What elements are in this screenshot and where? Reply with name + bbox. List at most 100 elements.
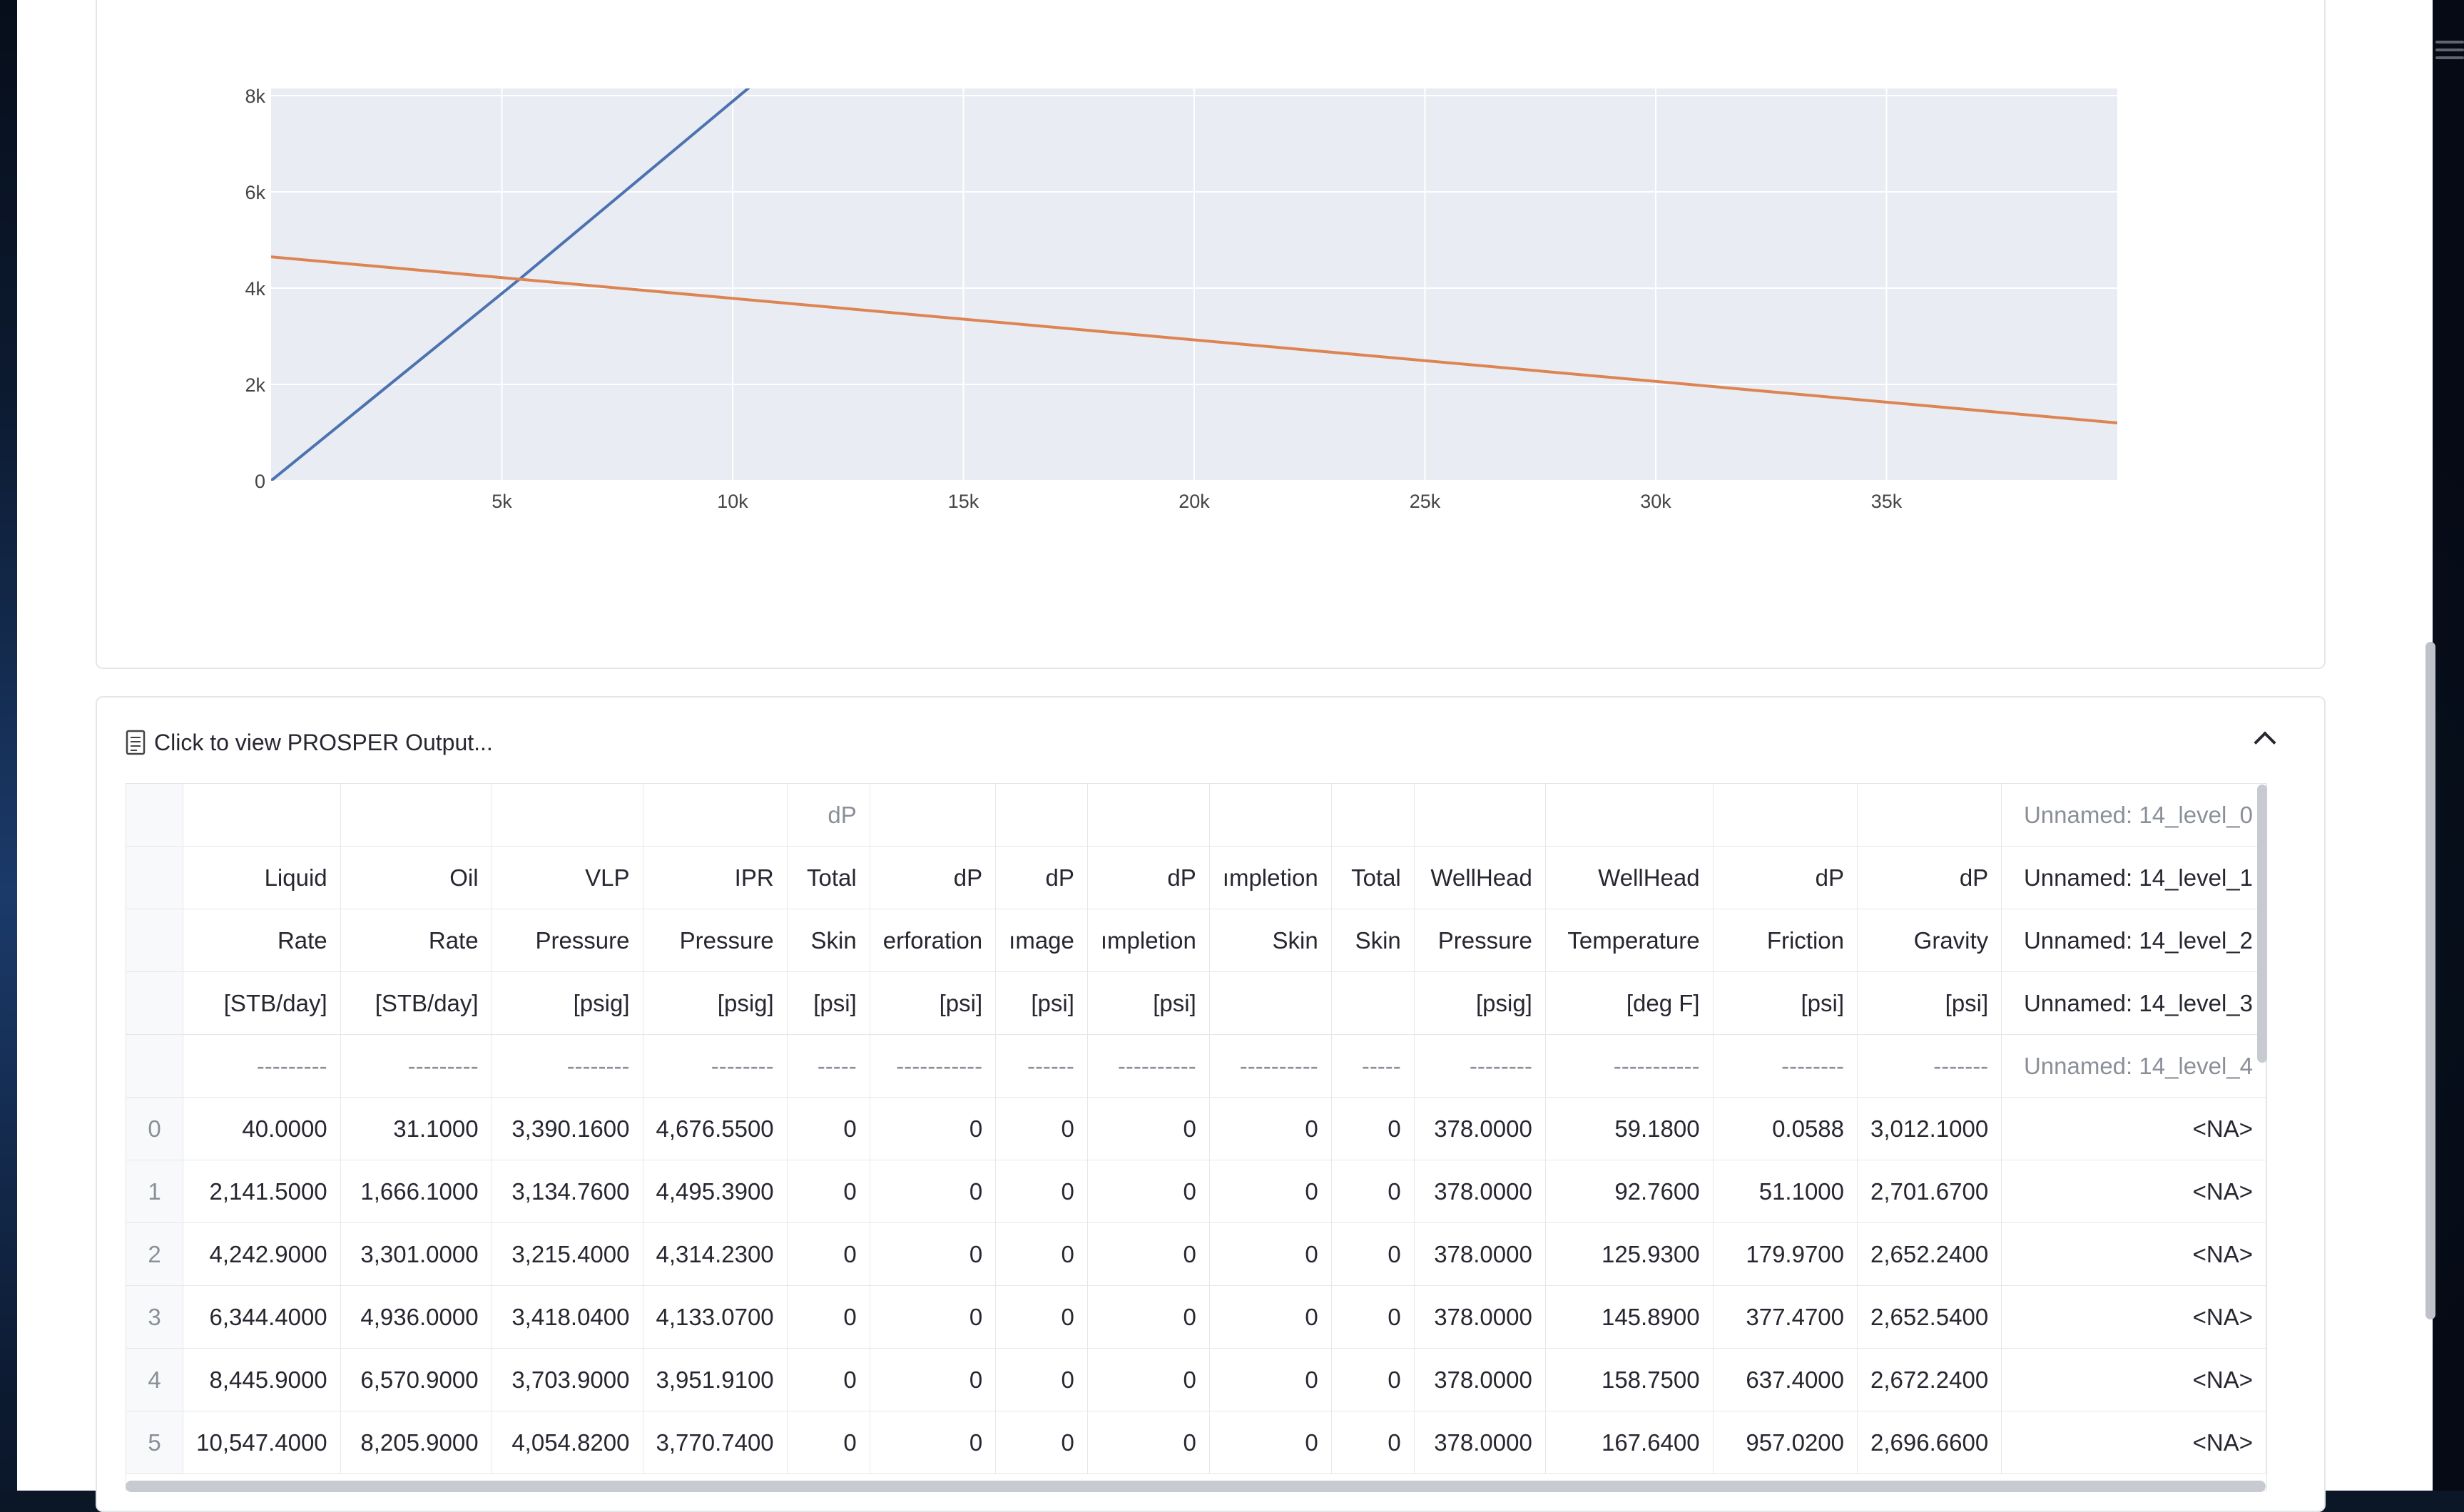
column-header-cell[interactable]: [1331, 971, 1415, 1035]
table-cell[interactable]: 2,701.6700: [1857, 1160, 2002, 1223]
table-cell[interactable]: 0: [787, 1097, 870, 1160]
column-header-cell[interactable]: Friction: [1713, 909, 1858, 972]
table-cell[interactable]: 0: [1087, 1222, 1210, 1286]
column-header-cell[interactable]: [psi]: [995, 971, 1088, 1035]
column-header-cell[interactable]: -----: [1331, 1034, 1415, 1098]
table-cell[interactable]: <NA>: [2001, 1097, 2266, 1160]
table-cell[interactable]: 3,134.7600: [492, 1160, 643, 1223]
table-cell[interactable]: 1,666.1000: [340, 1160, 492, 1223]
column-header-cell[interactable]: Skin: [787, 909, 870, 972]
column-header-cell[interactable]: [STB/day]: [340, 971, 492, 1035]
column-header-cell[interactable]: [deg F]: [1545, 971, 1714, 1035]
column-header-cell[interactable]: [psi]: [1857, 971, 2002, 1035]
table-cell[interactable]: 0: [1209, 1160, 1332, 1223]
column-header-cell[interactable]: dP: [1857, 846, 2002, 909]
table-cell[interactable]: 0: [995, 1411, 1088, 1474]
column-header-cell[interactable]: [492, 784, 643, 847]
table-cell[interactable]: 0: [787, 1222, 870, 1286]
table-cell[interactable]: 3,703.9000: [492, 1348, 643, 1411]
column-header-cell[interactable]: dP: [1087, 846, 1210, 909]
table-cell[interactable]: 4,242.9000: [183, 1222, 341, 1286]
column-header-cell[interactable]: dP: [870, 846, 997, 909]
table-cell[interactable]: 0: [1087, 1160, 1210, 1223]
table-cell[interactable]: 0: [995, 1285, 1088, 1349]
column-header-cell[interactable]: Skin: [1331, 909, 1415, 972]
column-header-cell[interactable]: -----------: [870, 1034, 997, 1098]
column-header-cell[interactable]: [psig]: [1414, 971, 1546, 1035]
table-cell[interactable]: 378.0000: [1414, 1097, 1546, 1160]
table-cell[interactable]: 59.1800: [1545, 1097, 1714, 1160]
column-header-cell[interactable]: Liquid: [183, 846, 341, 909]
column-header-cell[interactable]: Total: [787, 846, 870, 909]
table-row[interactable]: 2 4,242.9000 3,301.0000 3,215.4000 4,314.230…: [126, 1222, 2266, 1286]
table-cell[interactable]: <NA>: [2001, 1348, 2266, 1411]
column-header-cell[interactable]: WellHead: [1545, 846, 1714, 909]
column-header-cell[interactable]: dP: [787, 784, 870, 847]
column-header-cell[interactable]: Gravity: [1857, 909, 2002, 972]
column-header-cell[interactable]: [psi]: [787, 971, 870, 1035]
table-cell[interactable]: 3,418.0400: [492, 1285, 643, 1349]
table-cell[interactable]: 0: [1331, 1222, 1415, 1286]
column-header-cell[interactable]: -----: [787, 1034, 870, 1098]
table-cell[interactable]: 0: [870, 1348, 997, 1411]
table-cell[interactable]: 10,547.4000: [183, 1411, 341, 1474]
table-cell[interactable]: 0: [995, 1222, 1088, 1286]
table-row[interactable]: 3 6,344.4000 4,936.0000 3,418.0400 4,133.070…: [126, 1285, 2266, 1349]
column-header-cell[interactable]: [1331, 784, 1415, 847]
table-cell[interactable]: 8,205.9000: [340, 1411, 492, 1474]
table-cell[interactable]: 0: [995, 1097, 1088, 1160]
column-header-cell[interactable]: ımpletion: [1087, 909, 1210, 972]
column-header-cell[interactable]: [psig]: [643, 971, 788, 1035]
column-header-cell[interactable]: --------: [1713, 1034, 1858, 1098]
column-header-cell[interactable]: Total: [1331, 846, 1415, 909]
table-cell[interactable]: 4,133.0700: [643, 1285, 788, 1349]
table-cell[interactable]: 167.6400: [1545, 1411, 1714, 1474]
table-cell[interactable]: 2,141.5000: [183, 1160, 341, 1223]
table-cell[interactable]: 0: [1331, 1411, 1415, 1474]
column-header-cell[interactable]: [psi]: [1087, 971, 1210, 1035]
column-header-cell[interactable]: Rate: [183, 909, 341, 972]
column-header-cell[interactable]: [870, 784, 997, 847]
column-header-cell[interactable]: Temperature: [1545, 909, 1714, 972]
column-header-cell[interactable]: [1545, 784, 1714, 847]
table-cell[interactable]: 179.9700: [1713, 1222, 1858, 1286]
expander-toggle[interactable]: Click to view PROSPER Output...: [126, 725, 2294, 760]
table-cell[interactable]: 51.1000: [1713, 1160, 1858, 1223]
table-cell[interactable]: 0.0588: [1713, 1097, 1858, 1160]
table-cell[interactable]: 0: [1331, 1348, 1415, 1411]
column-header-cell[interactable]: [1414, 784, 1546, 847]
column-header-cell[interactable]: [1209, 784, 1332, 847]
column-header-cell[interactable]: --------: [492, 1034, 643, 1098]
table-cell[interactable]: 0: [787, 1411, 870, 1474]
table-cell[interactable]: <NA>: [2001, 1285, 2266, 1349]
column-header-cell[interactable]: Rate: [340, 909, 492, 972]
column-header-cell[interactable]: --------: [643, 1034, 788, 1098]
table-cell[interactable]: 0: [995, 1160, 1088, 1223]
data-table-container[interactable]: dP Unnamed: 14_level_0 Liquid Oil VLP IPR Tota…: [126, 783, 2267, 1491]
column-header-cell[interactable]: Unnamed: 14_level_4: [2001, 1034, 2266, 1098]
column-header-cell[interactable]: [1713, 784, 1858, 847]
table-cell[interactable]: 0: [1087, 1097, 1210, 1160]
line-chart[interactable]: 5k 10k 15k 20k 25k 30k 35k 0 2k 4k 6k 8k: [97, 0, 2324, 668]
column-header-cell[interactable]: dP: [995, 846, 1088, 909]
table-cell[interactable]: 145.8900: [1545, 1285, 1714, 1349]
column-header-cell[interactable]: ---------: [183, 1034, 341, 1098]
menu-icon[interactable]: [2435, 36, 2464, 64]
table-cell[interactable]: 3,301.0000: [340, 1222, 492, 1286]
column-header-cell[interactable]: [1857, 784, 2002, 847]
table-cell[interactable]: 378.0000: [1414, 1160, 1546, 1223]
column-header-cell[interactable]: [psi]: [870, 971, 997, 1035]
column-header-cell[interactable]: VLP: [492, 846, 643, 909]
table-cell[interactable]: 378.0000: [1414, 1222, 1546, 1286]
column-header-cell[interactable]: Unnamed: 14_level_0: [2001, 784, 2266, 847]
column-header-cell[interactable]: Unnamed: 14_level_3: [2001, 971, 2266, 1035]
column-header-cell[interactable]: [psig]: [492, 971, 643, 1035]
table-cell[interactable]: 377.4700: [1713, 1285, 1858, 1349]
table-cell[interactable]: 0: [1209, 1222, 1332, 1286]
table-cell[interactable]: 637.4000: [1713, 1348, 1858, 1411]
column-header-cell[interactable]: erforation: [870, 909, 997, 972]
table-row[interactable]: 5 10,547.4000 8,205.9000 4,054.8200 3,770.74…: [126, 1411, 2266, 1474]
table-cell[interactable]: 2,672.2400: [1857, 1348, 2002, 1411]
table-cell[interactable]: 0: [1331, 1285, 1415, 1349]
table-cell[interactable]: 0: [1087, 1411, 1210, 1474]
